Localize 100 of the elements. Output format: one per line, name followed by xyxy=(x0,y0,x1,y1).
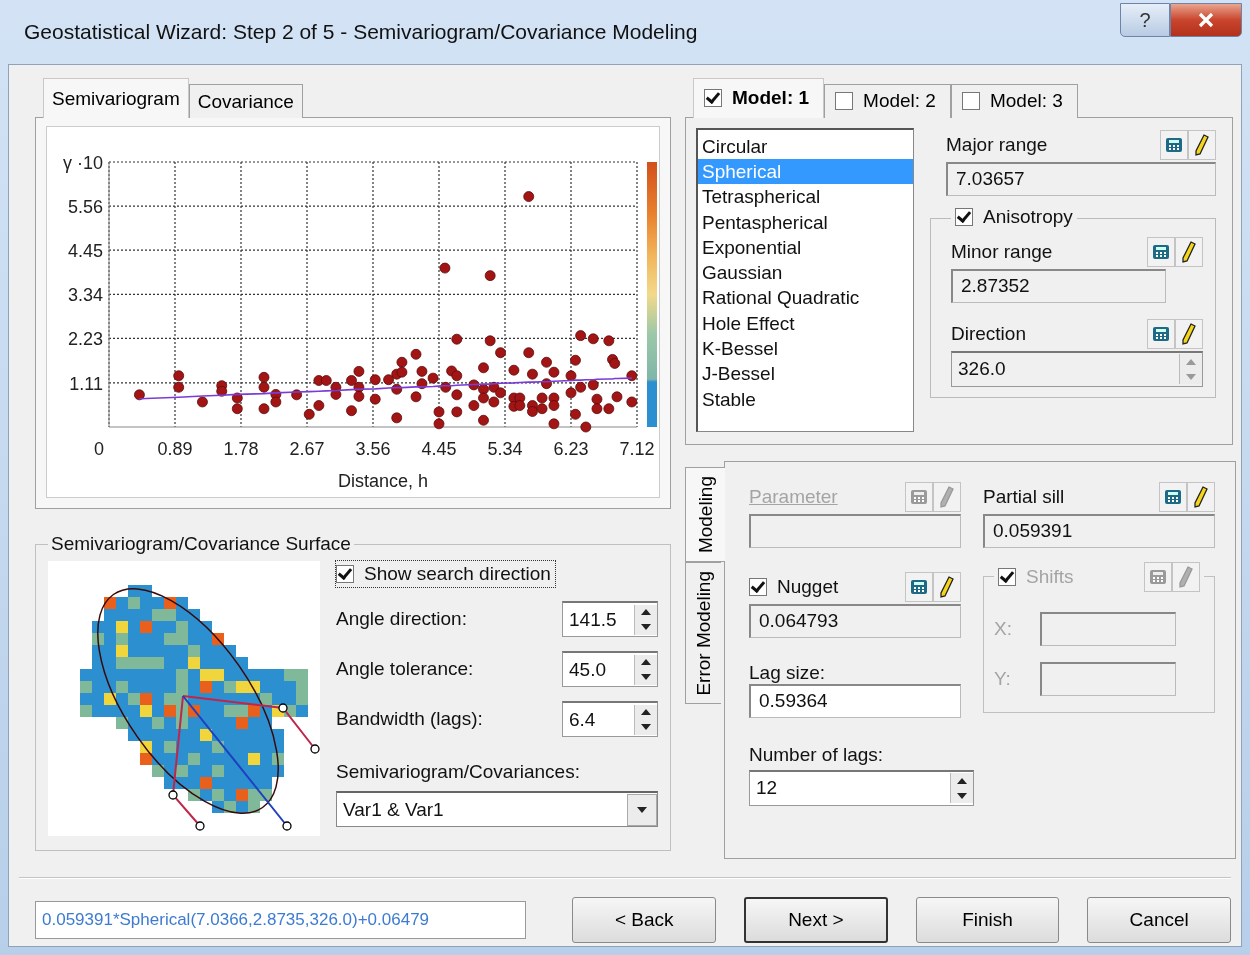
checkbox[interactable] xyxy=(955,207,973,226)
wizard-button[interactable]: Cancel xyxy=(1087,897,1231,943)
spin-field[interactable]: 45.0 xyxy=(562,651,658,687)
pencil-icon xyxy=(1182,322,1196,345)
pencil-icon xyxy=(1193,485,1208,508)
model-list-item[interactable]: Gaussian xyxy=(698,260,913,286)
show-search-direction-checkbox[interactable]: Show search direction xyxy=(336,561,555,587)
model-tab[interactable]: Model: 2 xyxy=(824,83,951,118)
spin-field[interactable]: 141.5 xyxy=(562,601,658,637)
pencil-icon xyxy=(1195,133,1209,156)
field-label: Angle direction: xyxy=(336,608,467,630)
spin-arrows-icon xyxy=(1179,354,1202,385)
calculator-button[interactable] xyxy=(1147,318,1175,349)
major-range-field[interactable]: 7.03657 xyxy=(946,161,1216,196)
side-tab[interactable]: Modeling xyxy=(685,466,725,562)
tick-label: 0 xyxy=(94,439,104,459)
pencil-icon xyxy=(940,575,954,598)
pencil-icon xyxy=(1178,565,1193,588)
spin-arrows-icon xyxy=(634,604,657,635)
side-tab[interactable]: Error Modeling xyxy=(685,561,721,705)
wizard-button[interactable]: < Back xyxy=(572,897,716,943)
model-list[interactable]: Circular Spherical Tetraspherical Pentaspherical Exponential Gaussian Rational Quadratic Hole Effect K-Bessel J-Bessel Stable xyxy=(696,127,914,432)
lag-size-field[interactable]: 0.59364 xyxy=(749,683,961,718)
number-of-lags-spin-field[interactable]: 12 xyxy=(749,769,974,806)
field-label: Minor range xyxy=(951,240,1053,263)
field-label: Y: xyxy=(994,667,1012,690)
checkbox[interactable] xyxy=(749,577,767,596)
model-tab[interactable]: Model: 1 xyxy=(693,77,825,118)
close-button[interactable] xyxy=(1170,3,1242,37)
calculator-icon xyxy=(1148,567,1167,586)
tick-label: 5.34 xyxy=(487,439,523,459)
pencil-button[interactable] xyxy=(933,571,961,602)
calculator-button[interactable] xyxy=(905,571,933,602)
pencil-button[interactable] xyxy=(1186,481,1215,512)
calculator-icon xyxy=(1165,135,1183,154)
pencil-button[interactable] xyxy=(1188,129,1216,160)
direction-spin-field[interactable]: 326.0 xyxy=(951,350,1203,387)
plot-tab[interactable]: Semivariogram xyxy=(43,78,189,118)
group-title: Semivariogram/Covariance Surface xyxy=(50,533,352,555)
spin-arrows-icon xyxy=(950,773,973,804)
pencil-icon xyxy=(940,485,954,508)
checkbox[interactable] xyxy=(336,565,354,583)
pencil-icon xyxy=(1182,240,1196,263)
formula-field[interactable]: 0.059391*Spherical(7.0366,2.8735,326.0)+0.06479 xyxy=(35,901,527,939)
field-label: X: xyxy=(994,617,1012,640)
model-list-item[interactable]: Pentaspherical xyxy=(698,209,913,235)
field-label: Direction xyxy=(951,322,1026,345)
model-list-item[interactable]: Hole Effect xyxy=(698,310,913,336)
wizard-button[interactable]: Finish xyxy=(915,897,1060,943)
model-list-item[interactable]: K-Bessel xyxy=(698,336,913,362)
partial-sill-field[interactable]: 0.059391 xyxy=(983,513,1215,548)
wizard-button[interactable]: Next > xyxy=(744,897,888,943)
model-tab[interactable]: Model: 3 xyxy=(950,83,1078,118)
shift-x-field[interactable] xyxy=(1040,611,1176,646)
window-title: Geostatistical Wizard: Step 2 of 5 - Semivariogram/Covariance Modeling xyxy=(24,20,699,44)
nugget-field[interactable]: 0.064793 xyxy=(749,603,961,638)
tick-label: 5.56 xyxy=(67,197,103,218)
tick-label: 3.34 xyxy=(67,285,103,306)
field-label: Lag size: xyxy=(749,661,827,684)
field-label: Major range xyxy=(946,133,1048,156)
field-label: Angle tolerance: xyxy=(336,658,474,680)
tick-label: 4.45 xyxy=(421,439,457,459)
model-list-item[interactable]: Circular xyxy=(698,133,913,159)
calculator-icon xyxy=(1152,242,1170,261)
parameter-field[interactable] xyxy=(749,513,961,548)
spin-arrows-icon xyxy=(634,654,657,685)
pencil-button[interactable] xyxy=(1175,236,1203,267)
minor-range-field[interactable]: 2.87352 xyxy=(951,268,1166,303)
pencil-button[interactable] xyxy=(1175,318,1203,349)
plot-tab[interactable]: Covariance xyxy=(188,84,303,118)
calculator-button[interactable] xyxy=(1160,129,1188,160)
spin-arrows-icon xyxy=(634,704,657,735)
field-label: Parameter xyxy=(749,485,838,508)
dataset-dropdown[interactable]: Var1 & Var1 xyxy=(336,791,658,827)
calculator-button[interactable] xyxy=(1158,481,1187,512)
axis-title: Distance, h xyxy=(338,471,428,491)
model-list-item[interactable]: Rational Quadratic xyxy=(698,285,913,311)
calculator-icon xyxy=(1152,324,1170,343)
field-label: Partial sill xyxy=(983,485,1065,508)
model-list-item[interactable]: J-Bessel xyxy=(698,361,913,387)
anisotropy-checkbox[interactable]: Anisotropy xyxy=(955,205,1073,228)
calculator-icon xyxy=(910,487,928,506)
tick-label: 7.12 xyxy=(619,439,655,459)
model-list-item[interactable]: Tetraspherical xyxy=(698,184,913,210)
help-button[interactable]: ? xyxy=(1120,3,1170,37)
field-label: Semivariogram/Covariances: xyxy=(336,761,581,783)
calculator-icon xyxy=(1163,487,1182,506)
tick-label: 4.45 xyxy=(67,241,103,262)
tick-label: 3.56 xyxy=(355,439,391,459)
model-list-item[interactable]: Stable xyxy=(698,386,913,412)
tick-label: 0.89 xyxy=(157,439,193,459)
calculator-icon xyxy=(910,577,928,596)
model-list-item[interactable]: Exponential xyxy=(698,234,913,261)
close-icon xyxy=(1197,12,1215,28)
shift-y-field[interactable] xyxy=(1040,661,1176,696)
nugget-checkbox[interactable]: Nugget xyxy=(749,575,839,598)
tick-label: 2.23 xyxy=(67,329,103,350)
calculator-button[interactable] xyxy=(1147,236,1175,267)
spin-field[interactable]: 6.4 xyxy=(562,701,658,737)
field-label: Number of lags: xyxy=(749,743,885,766)
